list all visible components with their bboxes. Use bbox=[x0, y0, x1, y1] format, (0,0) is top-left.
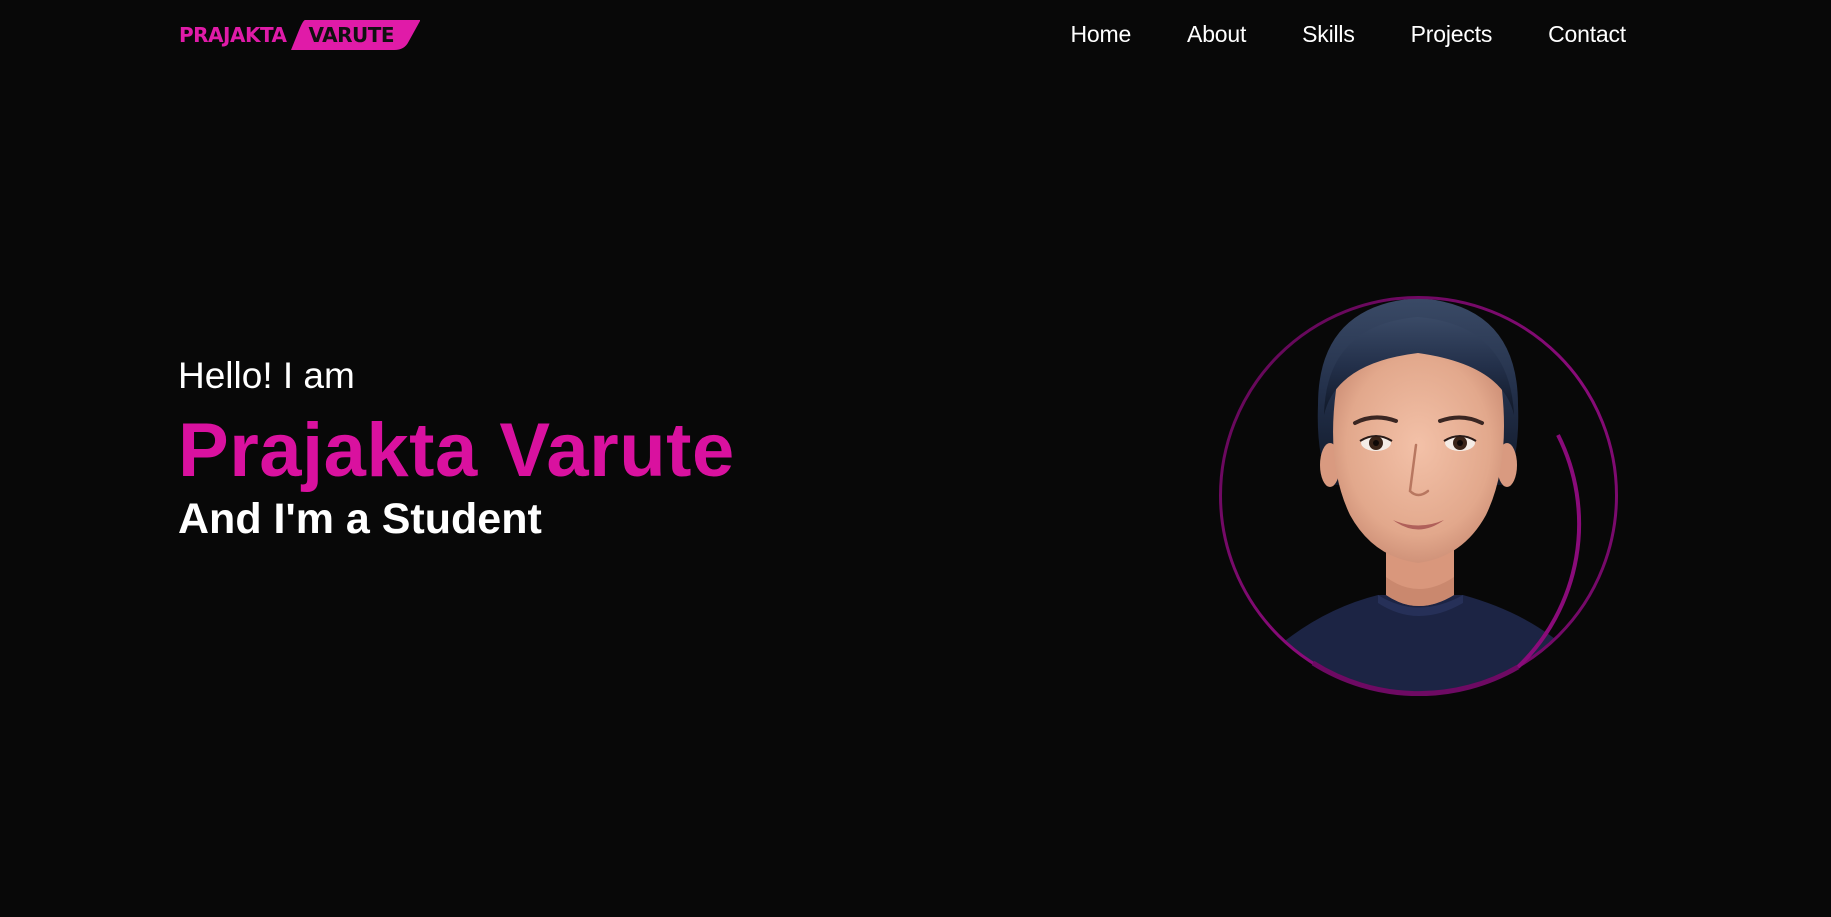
profile-photo-illustration bbox=[1219, 296, 1618, 696]
nav-home[interactable]: Home bbox=[1070, 21, 1131, 48]
hero-role: And I'm a Student bbox=[178, 495, 542, 543]
nav-projects[interactable]: Projects bbox=[1411, 21, 1493, 48]
nav-contact[interactable]: Contact bbox=[1548, 21, 1626, 48]
site-header: PRAJAKTA VARUTE Home About Skills Projec… bbox=[0, 0, 1831, 70]
profile-photo bbox=[1218, 295, 1619, 696]
logo-badge: VARUTE bbox=[290, 20, 421, 50]
logo-first-word: PRAJAKTA bbox=[179, 23, 287, 47]
main-nav: Home About Skills Projects Contact bbox=[1070, 20, 1626, 48]
page: PRAJAKTA VARUTE Home About Skills Projec… bbox=[0, 0, 1831, 917]
nav-about[interactable]: About bbox=[1187, 21, 1246, 48]
nav-skills[interactable]: Skills bbox=[1302, 21, 1355, 48]
logo-second-word: VARUTE bbox=[308, 23, 395, 47]
hero-text: Hello! I am Prajakta Varute And I'm a St… bbox=[178, 350, 735, 546]
hero-greeting: Hello! I am bbox=[178, 355, 355, 396]
logo[interactable]: PRAJAKTA VARUTE bbox=[179, 20, 421, 50]
hero-name: Prajakta Varute bbox=[178, 408, 735, 493]
